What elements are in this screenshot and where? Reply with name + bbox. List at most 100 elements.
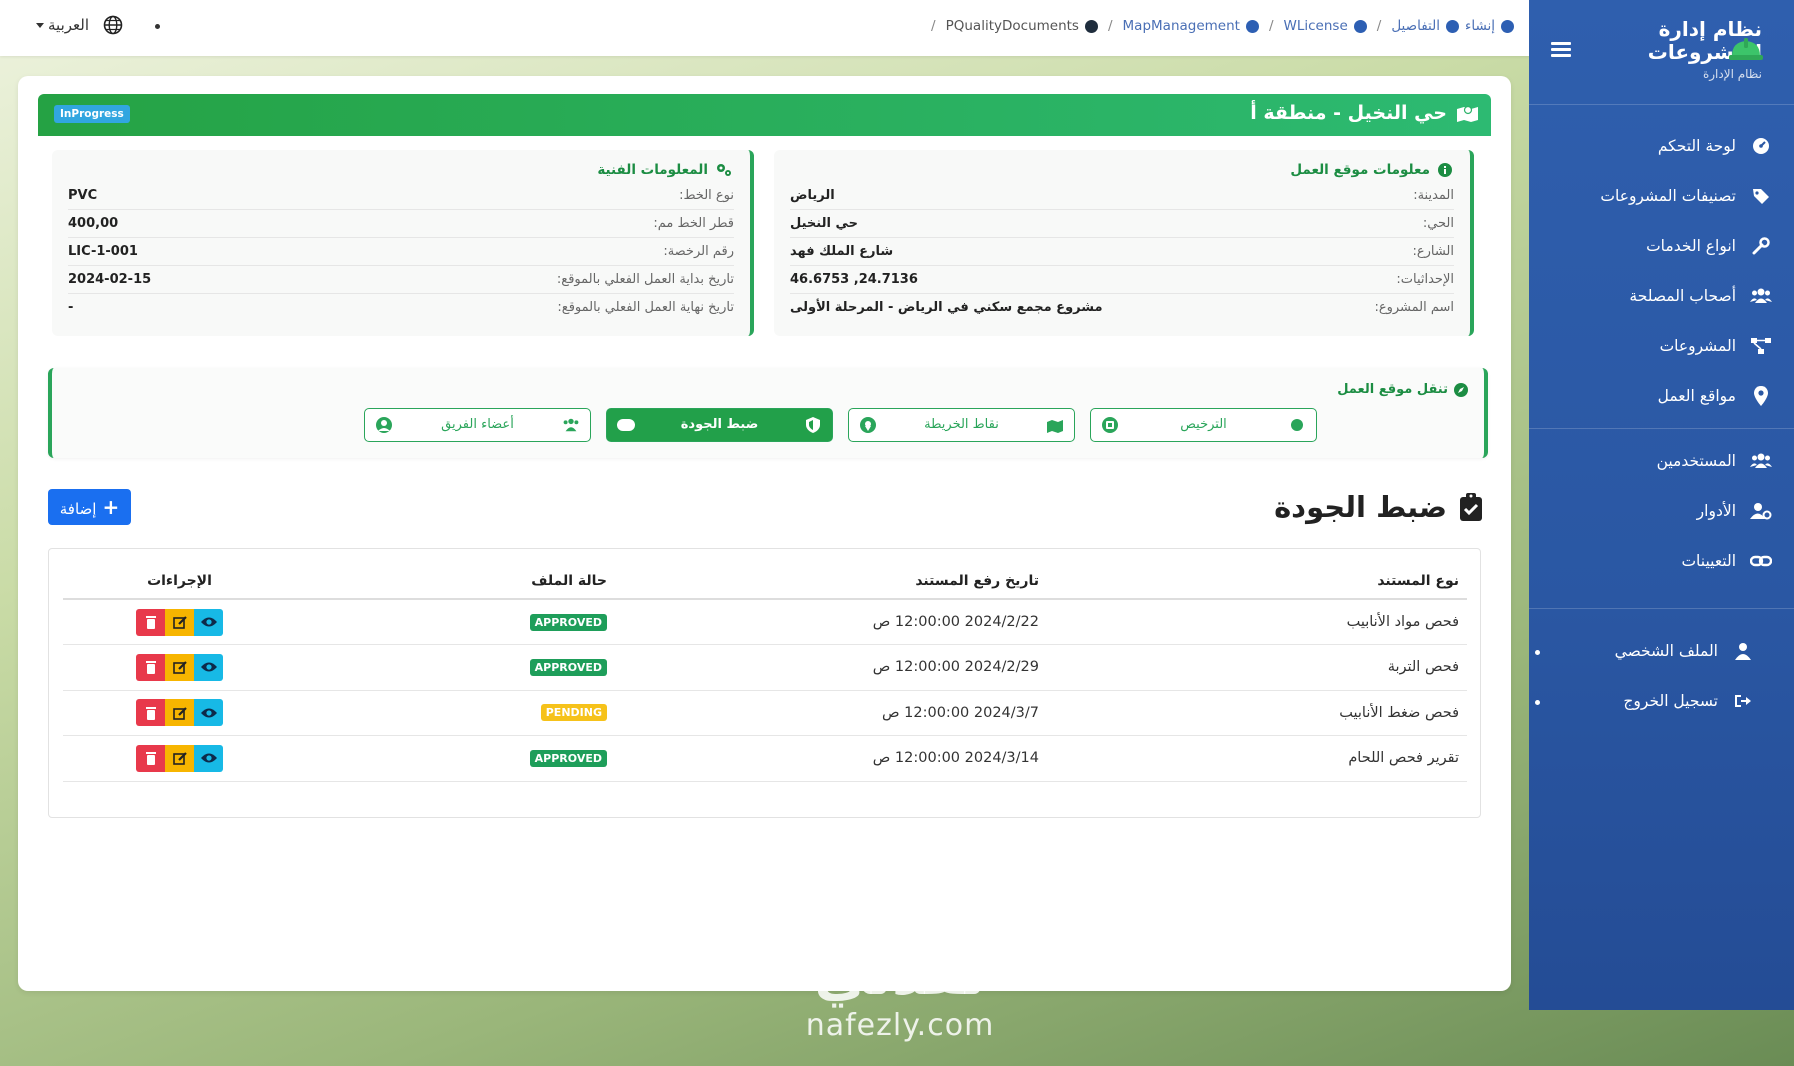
info-row-end-date: تاريخ نهاية العمل الفعلي بالموقع: - bbox=[68, 294, 734, 322]
info-value: الرياض bbox=[790, 188, 835, 203]
cell-file-status: PENDING bbox=[296, 690, 607, 736]
table-row: فحص ضغط الأنابيب 2024/3/7 12:00:00 ص PEN… bbox=[63, 690, 1467, 736]
shield-icon bbox=[806, 417, 820, 433]
cell-upload-date: 2024/3/14 12:00:00 ص bbox=[607, 735, 1039, 782]
circle-icon bbox=[1291, 419, 1303, 431]
sidebar-item-roles[interactable]: الأدوار bbox=[1697, 496, 1772, 526]
delete-button[interactable] bbox=[136, 653, 165, 681]
info-circle-icon bbox=[1445, 19, 1459, 33]
sidebar-item-users[interactable]: المستخدمين bbox=[1657, 446, 1772, 476]
edit-button[interactable] bbox=[165, 653, 194, 681]
nav-button-label: نقاط الخريطة bbox=[924, 417, 999, 432]
nav-button-label: ضبط الجودة bbox=[680, 417, 759, 432]
breadcrumb-separator: / bbox=[1376, 18, 1382, 34]
user-circle-icon bbox=[376, 417, 392, 433]
edit-button[interactable] bbox=[165, 699, 194, 727]
language-selector[interactable]: العربية bbox=[36, 16, 89, 34]
info-value: PVC bbox=[68, 188, 98, 203]
cell-document-type: فحص ضغط الأنابيب bbox=[1039, 690, 1467, 736]
info-row-line-type: نوع الخط: PVC bbox=[68, 182, 734, 210]
table-row: فحص التربة 2024/2/29 12:00:00 ص APPROVED bbox=[63, 644, 1467, 691]
watermark-latin: nafezly.com bbox=[805, 1008, 995, 1043]
view-button[interactable] bbox=[194, 744, 223, 772]
info-label: تاريخ بداية العمل الفعلي بالموقع: bbox=[556, 272, 734, 287]
info-row-project-name: اسم المشروع: مشروع مجمع سكني في الرياض - … bbox=[790, 294, 1454, 322]
breadcrumb-item-mapmanagement[interactable]: MapManagement bbox=[1123, 18, 1240, 34]
info-label: المدينة: bbox=[1413, 188, 1454, 203]
project-diagram-icon bbox=[1750, 335, 1772, 357]
sidebar-item-service-types[interactable]: انواع الخدمات bbox=[1646, 231, 1772, 261]
sidebar-item-assignments[interactable]: التعيينات bbox=[1681, 546, 1772, 576]
nav-button-map-points[interactable]: نقاط الخريطة bbox=[848, 408, 1075, 442]
compass-icon bbox=[1454, 382, 1468, 397]
cell-upload-date: 2024/3/7 12:00:00 ص bbox=[607, 690, 1039, 736]
breadcrumb-item-pqualitydocuments: PQualityDocuments bbox=[945, 18, 1079, 34]
table-row: فحص مواد الأنابيب 2024/2/22 12:00:00 ص A… bbox=[63, 599, 1467, 645]
sidebar: نظام إدارة المشروعات نظام الإدارة لوحة ا… bbox=[1529, 0, 1794, 1010]
work-site-card: InProgress حي النخيل - منطقة أ معلومات م… bbox=[18, 76, 1511, 991]
status-dot bbox=[155, 24, 160, 29]
breadcrumb-item-create[interactable]: إنشاء bbox=[1465, 18, 1495, 34]
eye-icon bbox=[200, 662, 217, 672]
sidebar-item-logout[interactable]: تسجيل الخروج bbox=[1623, 686, 1754, 716]
user-icon bbox=[1732, 640, 1754, 662]
map-pin-icon bbox=[1750, 385, 1772, 407]
delete-button[interactable] bbox=[136, 608, 165, 636]
sidebar-item-project-categories[interactable]: تصنيفات المشروعات bbox=[1600, 181, 1772, 211]
edit-button[interactable] bbox=[165, 744, 194, 772]
page-title: حي النخيل - منطقة أ bbox=[1250, 102, 1479, 124]
edit-icon bbox=[172, 661, 187, 675]
work-site-navigation-title-text: تنقل موقع العمل bbox=[1337, 382, 1448, 397]
users-icon bbox=[1750, 450, 1772, 472]
status-badge: InProgress bbox=[54, 105, 130, 123]
globe-icon[interactable] bbox=[103, 15, 123, 35]
sidebar-item-profile[interactable]: الملف الشخصي bbox=[1615, 636, 1754, 666]
sidebar-item-dashboard[interactable]: لوحة التحكم bbox=[1658, 131, 1772, 161]
breadcrumb: إنشاء التفاصيل / WLicense / MapManagemen… bbox=[927, 18, 1514, 34]
cell-document-type: فحص التربة bbox=[1039, 644, 1467, 691]
info-row-line-diameter: قطر الخط مم: 400,00 bbox=[68, 210, 734, 238]
bullet-icon bbox=[1535, 650, 1540, 655]
sidebar-item-work-sites[interactable]: مواقع العمل bbox=[1658, 381, 1772, 411]
breadcrumb-separator: / bbox=[1107, 18, 1113, 34]
eye-icon bbox=[200, 617, 217, 627]
edit-button[interactable] bbox=[165, 608, 194, 636]
hamburger-menu-icon[interactable] bbox=[1551, 42, 1571, 58]
cell-upload-date: 2024/2/29 12:00:00 ص bbox=[607, 644, 1039, 691]
view-button[interactable] bbox=[194, 608, 223, 636]
info-value: - bbox=[68, 300, 74, 315]
work-site-header: InProgress حي النخيل - منطقة أ bbox=[38, 94, 1491, 136]
sidebar-item-label: المشروعات bbox=[1659, 337, 1736, 355]
cell-actions bbox=[63, 599, 296, 645]
status-badge: PENDING bbox=[540, 704, 607, 722]
breadcrumb-item-details[interactable]: التفاصيل bbox=[1391, 18, 1440, 34]
breadcrumb-separator: / bbox=[1268, 18, 1274, 34]
breadcrumb-item-wlicense[interactable]: WLicense bbox=[1284, 18, 1348, 34]
sidebar-item-label: انواع الخدمات bbox=[1646, 237, 1736, 255]
info-label: الإحداثيات: bbox=[1396, 272, 1454, 287]
delete-button[interactable] bbox=[136, 744, 165, 772]
link-icon bbox=[1750, 550, 1772, 572]
sidebar-item-label: الأدوار bbox=[1696, 502, 1736, 520]
nav-button-license[interactable]: الترخيص bbox=[1090, 408, 1317, 442]
add-button[interactable]: + إضافة bbox=[48, 489, 131, 525]
sidebar-item-projects[interactable]: المشروعات bbox=[1660, 331, 1772, 361]
column-header-actions: الإجراءات bbox=[63, 563, 296, 600]
caret-down-icon bbox=[36, 23, 44, 28]
cell-actions bbox=[63, 735, 296, 782]
sidebar-item-stakeholders[interactable]: أصحاب المصلحة bbox=[1629, 281, 1772, 311]
info-value: حي النخيل bbox=[790, 216, 858, 231]
cell-file-status: APPROVED bbox=[296, 735, 607, 782]
table-header-row: نوع المستند تاريخ رفع المستند حالة الملف… bbox=[63, 563, 1467, 600]
view-button[interactable] bbox=[194, 653, 223, 681]
view-button[interactable] bbox=[194, 699, 223, 727]
watermark-arabic: نفذلي bbox=[814, 943, 986, 1008]
delete-button[interactable] bbox=[136, 699, 165, 727]
nav-button-quality-control[interactable]: ضبط الجودة bbox=[606, 408, 833, 442]
edit-icon bbox=[172, 616, 187, 629]
nav-button-team-members[interactable]: أعضاء الفريق bbox=[364, 408, 591, 442]
info-label: الشارع: bbox=[1412, 244, 1454, 259]
sidebar-item-label: المستخدمين bbox=[1656, 452, 1736, 470]
watermark: نفذلي nafezly.com bbox=[790, 943, 1010, 1044]
cell-document-type: فحص مواد الأنابيب bbox=[1039, 599, 1467, 645]
